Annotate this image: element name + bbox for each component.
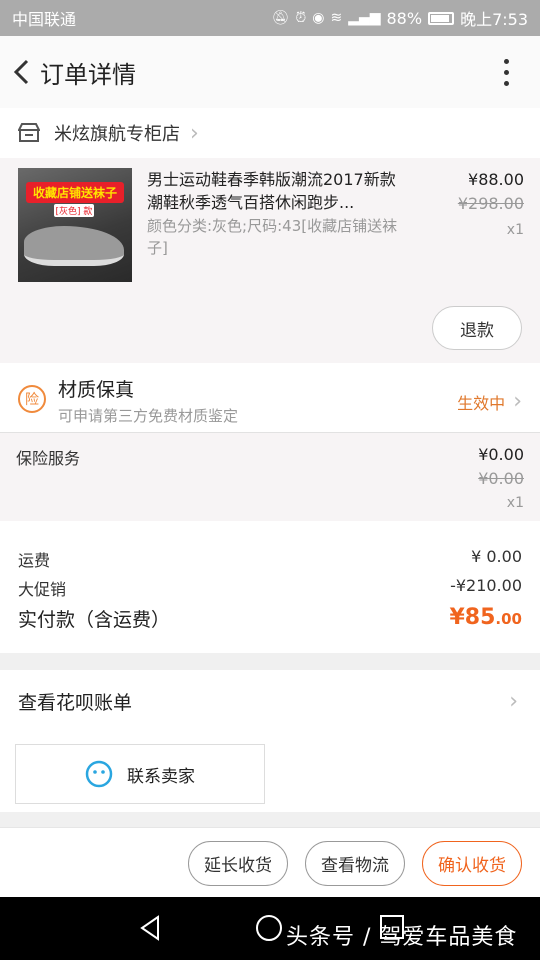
shop-row[interactable]: 米炫旗航专柜店 › <box>0 108 540 158</box>
wifi-icon: ≋ <box>330 10 343 26</box>
quality-subtitle: 可申请第三方免费材质鉴定 <box>58 407 239 425</box>
more-dot-icon <box>503 69 509 75</box>
fee-summary: 运费 ¥ 0.00 大促销 -¥210.00 实付款（含运费） ¥85.00 <box>0 521 540 653</box>
shoe-illustration <box>24 226 124 266</box>
more-dot-icon <box>503 80 509 86</box>
promo-value: -¥210.00 <box>450 576 522 595</box>
back-arrow-icon <box>13 59 29 85</box>
total-value: ¥85.00 <box>449 605 522 632</box>
signal-icon: ▂▄▆ <box>348 10 381 26</box>
status-bar: 中国联通 🔕︎ ⏰︎ ◉ ≋ ▂▄▆ 88% 晚上7:53 <box>0 0 540 36</box>
chat-face-icon <box>85 760 113 788</box>
promo-row: 大促销 -¥210.00 <box>18 576 522 600</box>
page-title: 订单详情 <box>40 60 136 89</box>
shop-name: 米炫旗航专柜店 <box>54 124 180 145</box>
insurance-item: 保险服务 ¥0.00 ¥0.00 x1 <box>0 433 540 521</box>
product-image-banner: 收藏店铺送袜子 <box>26 182 124 203</box>
insurance-icon: 险 <box>18 385 46 413</box>
action-bar: 延长收货 查看物流 确认收货 <box>0 827 540 897</box>
eye-icon: ◉ <box>312 10 325 26</box>
shipping-value: ¥ 0.00 <box>471 547 522 566</box>
more-dot-icon <box>503 58 509 64</box>
clock: 晚上7:53 <box>460 10 528 29</box>
battery-icon <box>428 11 455 25</box>
watermark: 头条号 / 驾爱车品美食 <box>286 925 518 950</box>
total-row: 实付款（含运费） ¥85.00 <box>18 605 522 632</box>
product-title: 男士运动鞋春季韩版潮流2017新款潮鞋秋季透气百搭休闲跑步... <box>147 170 396 212</box>
system-nav-bar: 头条号 / 驾爱车品美食 <box>0 897 540 960</box>
huabei-bill-row[interactable]: 查看花呗账单 › <box>0 670 540 732</box>
confirm-receipt-button[interactable]: 确认收货 <box>422 841 522 886</box>
insurance-label: 保险服务 <box>16 449 81 468</box>
promo-label: 大促销 <box>18 580 67 599</box>
quality-status: 生效中 › <box>457 389 522 414</box>
total-value-main: ¥85 <box>449 605 496 630</box>
insurance-price: ¥0.00 <box>478 445 524 464</box>
huabei-label: 查看花呗账单 <box>18 691 133 714</box>
nav-back-icon[interactable] <box>138 915 162 941</box>
shop-icon <box>18 123 40 142</box>
chevron-right-icon: › <box>513 389 522 414</box>
status-icons: 🔕︎ ⏰︎ ◉ ≋ ▂▄▆ 88% 晚上7:53 <box>272 6 528 30</box>
product-image-sub: [灰色] 款 <box>54 204 94 217</box>
shipping-label: 运费 <box>18 551 51 570</box>
contact-section: 联系卖家 <box>0 732 540 812</box>
view-logistics-button[interactable]: 查看物流 <box>305 841 405 886</box>
chevron-right-icon: › <box>190 120 199 146</box>
product-item[interactable]: 收藏店铺送袜子 [灰色] 款 男士运动鞋春季韩版潮流2017新款潮鞋秋季透气百搭… <box>0 158 540 363</box>
shipping-row: 运费 ¥ 0.00 <box>18 547 522 571</box>
total-value-cents: .00 <box>495 610 522 628</box>
product-image[interactable]: 收藏店铺送袜子 [灰色] 款 <box>18 168 132 282</box>
refund-button[interactable]: 退款 <box>432 306 522 350</box>
quality-status-text: 生效中 <box>457 393 506 413</box>
product-quantity: x1 <box>506 222 524 238</box>
mute-icon: 🔕︎ <box>271 10 290 26</box>
contact-seller-label: 联系卖家 <box>127 766 195 787</box>
more-menu-button[interactable] <box>486 36 526 108</box>
product-original-price: ¥298.00 <box>457 194 524 213</box>
product-price: ¥88.00 <box>468 170 524 189</box>
battery-percent: 88% <box>386 8 423 28</box>
back-button[interactable] <box>4 36 40 108</box>
contact-seller-button[interactable]: 联系卖家 <box>15 744 265 804</box>
nav-home-icon[interactable] <box>256 915 282 941</box>
quality-guarantee-row[interactable]: 险 材质保真 可申请第三方免费材质鉴定 生效中 › <box>0 363 540 433</box>
insurance-quantity: x1 <box>506 495 524 511</box>
product-attributes: 颜色分类:灰色;尺码:43[收藏店铺送袜子] <box>147 217 398 257</box>
total-label: 实付款（含运费） <box>18 609 171 631</box>
quality-title: 材质保真 <box>58 379 135 401</box>
chevron-right-icon: › <box>509 688 518 714</box>
header: 订单详情 <box>0 36 540 108</box>
insurance-original-price: ¥0.00 <box>478 469 524 488</box>
carrier-name: 中国联通 <box>12 10 77 29</box>
extend-receipt-button[interactable]: 延长收货 <box>188 841 288 886</box>
alarm-icon: ⏰︎ <box>295 10 307 26</box>
